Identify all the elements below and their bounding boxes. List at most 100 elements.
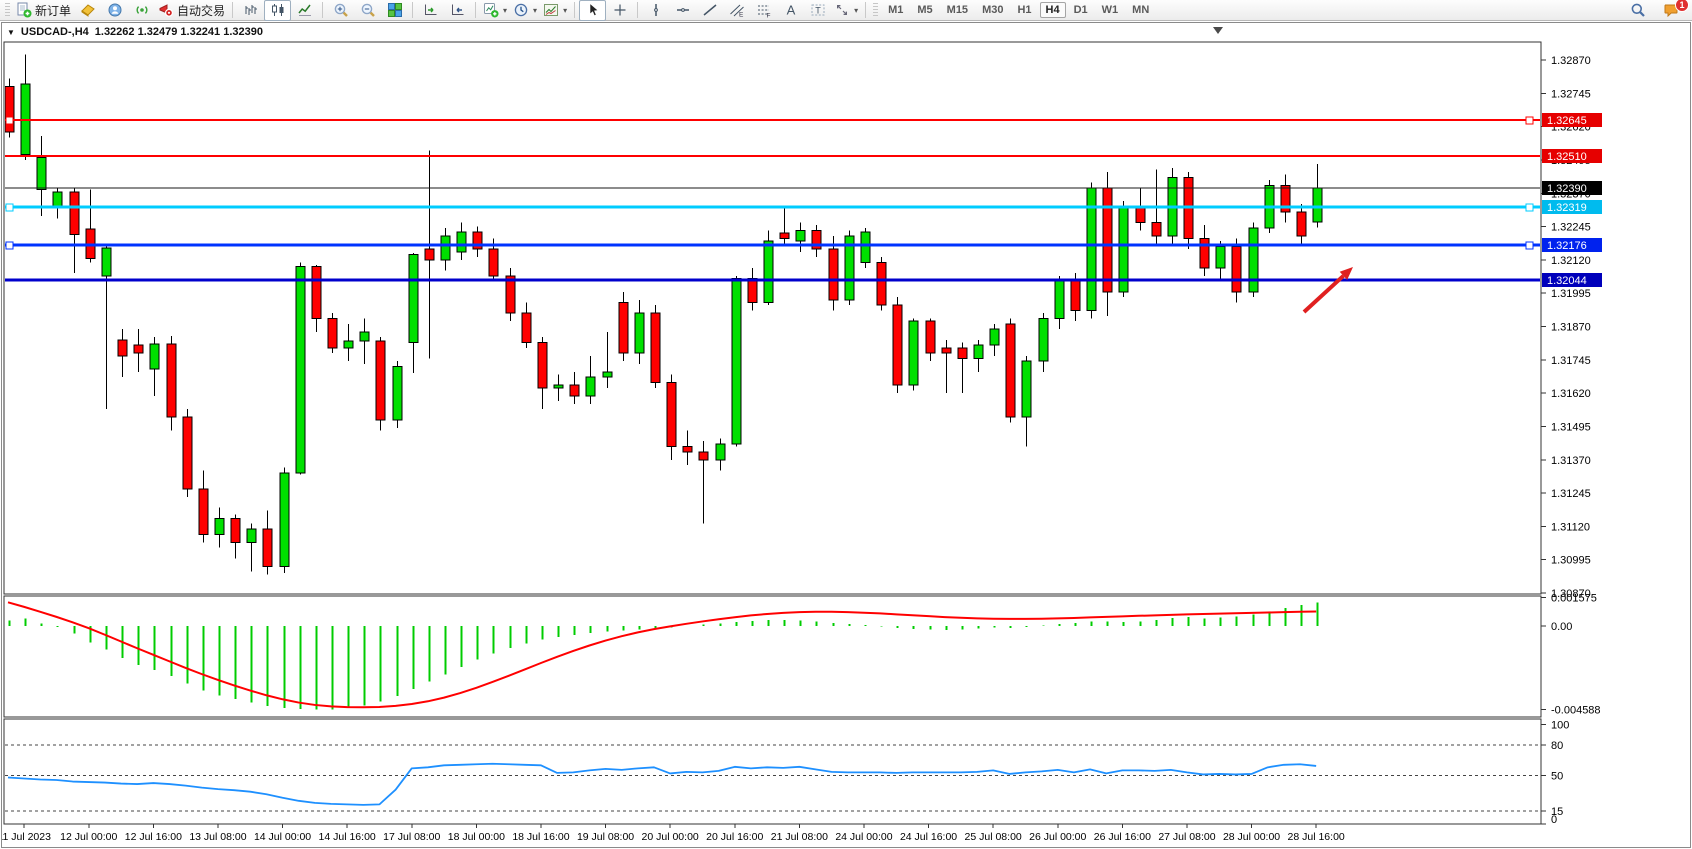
text-label-button[interactable]: T (804, 0, 831, 21)
time-axis-label: 26 Jul 00:00 (1029, 831, 1086, 843)
macd-axis-label: -0.004588 (1551, 705, 1601, 717)
svg-text:E: E (739, 12, 744, 19)
candle (376, 337, 385, 430)
svg-text:F: F (766, 13, 770, 19)
candle (393, 361, 402, 428)
new-order-button[interactable]: 新订单 (13, 0, 74, 21)
timeframe-button-mn[interactable]: MN (1126, 2, 1155, 18)
main-toolbar: 新订单自动交易▾▾▾EFAT▾M1M5M15M30H1H4D1W1MN1 (0, 0, 1692, 21)
tile-windows-button[interactable] (381, 0, 408, 21)
price-tick-label: 1.31120 (1551, 521, 1590, 533)
periods-icon (513, 2, 529, 18)
line-chart-icon (297, 2, 313, 18)
toolbar-separator (475, 2, 476, 18)
line-handle[interactable] (6, 117, 13, 124)
timeframe-button-h1[interactable]: H1 (1011, 2, 1037, 18)
price-line-label: 1.32390 (1547, 183, 1587, 195)
time-axis-label: 12 Jul 16:00 (125, 831, 182, 843)
timeframe-button-m5[interactable]: M5 (911, 2, 938, 18)
auto-trading-button[interactable]: 自动交易 (155, 0, 228, 21)
rsi-axis-label: 100 (1551, 720, 1569, 732)
price-tick-label: 1.32870 (1551, 55, 1591, 67)
zoom-in-button[interactable] (327, 0, 354, 21)
templates-icon (543, 2, 559, 18)
signals-button[interactable] (128, 0, 155, 21)
chart-shift-button[interactable] (444, 0, 471, 21)
timeframe-button-w1[interactable]: W1 (1096, 2, 1125, 18)
line-handle[interactable] (6, 204, 13, 211)
candlestick-chart-button[interactable] (264, 0, 291, 21)
bar-chart-button[interactable] (237, 0, 264, 21)
time-axis-label: 19 Jul 08:00 (577, 831, 634, 843)
time-axis-label: 17 Jul 08:00 (383, 831, 440, 843)
crosshair-icon (612, 2, 628, 18)
indicators-button[interactable]: ▾ (480, 0, 510, 21)
price-tick-label: 1.31370 (1551, 455, 1591, 467)
chart-shift-icon (450, 2, 466, 18)
notification-badge: 1 (1675, 0, 1689, 12)
arrows-button[interactable]: ▾ (831, 0, 861, 21)
metaeditor-button[interactable] (74, 0, 101, 21)
macd-axis-label: 0.001575 (1551, 592, 1597, 604)
toolbar-grip (5, 3, 10, 17)
time-axis-label: 20 Jul 00:00 (642, 831, 699, 843)
fibonacci-button[interactable]: F (750, 0, 777, 21)
price-tick-label: 1.31620 (1551, 388, 1591, 400)
price-tick-label: 1.31495 (1551, 421, 1591, 433)
line-handle[interactable] (6, 242, 13, 249)
time-axis-label: 26 Jul 16:00 (1094, 831, 1151, 843)
community-icon (107, 2, 123, 18)
candle (1087, 183, 1096, 319)
notifications-button[interactable]: 1 (1657, 0, 1684, 21)
timeframe-button-m30[interactable]: M30 (976, 2, 1009, 18)
dropdown-caret-icon: ▾ (563, 6, 567, 15)
trendline-button[interactable] (696, 0, 723, 21)
candle (1119, 201, 1128, 297)
line-handle[interactable] (1526, 242, 1533, 249)
time-axis-label: 25 Jul 08:00 (965, 831, 1022, 843)
time-axis-label: 28 Jul 00:00 (1223, 831, 1280, 843)
new-order-button-label: 新订单 (35, 2, 71, 19)
mt4-terminal: 新订单自动交易▾▾▾EFAT▾M1M5M15M30H1H4D1W1MN1 ▼ U… (0, 0, 1692, 849)
timeframe-button-d1[interactable]: D1 (1068, 2, 1094, 18)
periods-button[interactable]: ▾ (510, 0, 540, 21)
toolbar-separator (574, 2, 575, 18)
auto-trading-icon (158, 2, 174, 18)
candle (167, 336, 176, 431)
toolbar-separator (322, 2, 323, 18)
templates-button[interactable]: ▾ (540, 0, 570, 21)
timeframe-button-h4[interactable]: H4 (1040, 2, 1066, 18)
crosshair-button[interactable] (606, 0, 633, 21)
candle (732, 276, 741, 447)
horizontal-line-icon (675, 2, 691, 18)
search-button[interactable] (1624, 0, 1651, 21)
dropdown-caret-icon: ▾ (854, 6, 858, 15)
line-handle[interactable] (1526, 204, 1533, 211)
time-axis-label: 13 Jul 08:00 (189, 831, 246, 843)
channel-button[interactable]: E (723, 0, 750, 21)
community-button[interactable] (101, 0, 128, 21)
text-icon: A (783, 2, 799, 18)
vertical-line-button[interactable] (642, 0, 669, 21)
candle (619, 292, 628, 361)
zoom-out-button[interactable] (354, 0, 381, 21)
search-icon (1630, 2, 1646, 18)
chart-canvas: 1.328701.327451.326201.324951.323701.322… (2, 23, 1690, 847)
candle (764, 231, 773, 306)
text-button[interactable]: A (777, 0, 804, 21)
time-axis-label: 12 Jul 00:00 (60, 831, 117, 843)
vertical-line-icon (648, 2, 664, 18)
line-handle[interactable] (1526, 117, 1533, 124)
metaeditor-icon (80, 2, 96, 18)
price-tick-label: 1.30995 (1551, 555, 1591, 567)
cursor-button[interactable] (579, 0, 606, 21)
toolbar-grip (873, 3, 878, 17)
timeframe-button-m1[interactable]: M1 (882, 2, 909, 18)
price-tick-label: 1.32120 (1551, 255, 1591, 267)
auto-scroll-button[interactable] (417, 0, 444, 21)
timeframe-button-m15[interactable]: M15 (941, 2, 974, 18)
time-axis-label: 14 Jul 16:00 (319, 831, 376, 843)
horizontal-line-button[interactable] (669, 0, 696, 21)
line-chart-button[interactable] (291, 0, 318, 21)
zoom-out-icon (360, 2, 376, 18)
